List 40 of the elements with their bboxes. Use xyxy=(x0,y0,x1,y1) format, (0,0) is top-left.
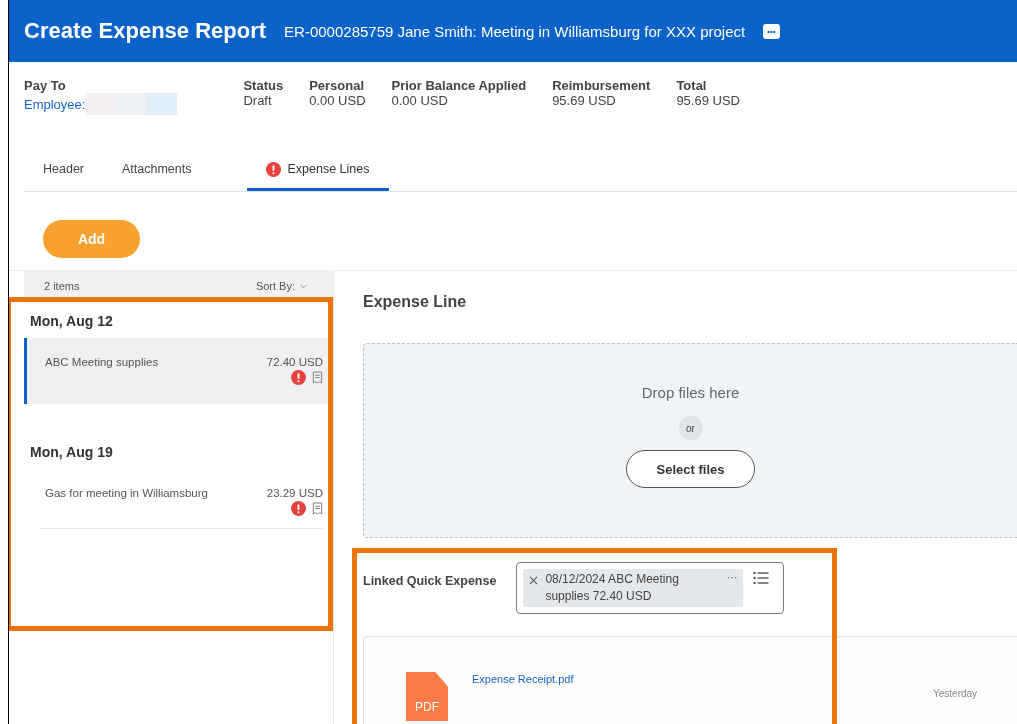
receipt-icon xyxy=(312,502,323,515)
expense-item[interactable]: Gas for meeting in Williamsburg 23.29 USD xyxy=(39,469,323,529)
field-value: 0.00 USD xyxy=(309,93,366,108)
item-count: 2 items xyxy=(44,280,80,292)
field-label: Status xyxy=(243,78,284,93)
drop-hint: Drop files here xyxy=(641,384,740,401)
employee-link[interactable]: Employee: xyxy=(24,96,86,112)
remove-icon[interactable] xyxy=(529,576,539,585)
more-button[interactable]: ··· xyxy=(726,571,738,583)
pdf-file-icon: PDF xyxy=(406,672,448,721)
or-badge: or xyxy=(678,416,703,440)
field-label: Linked Quick Expense xyxy=(363,574,497,588)
tab[interactable]: Header xyxy=(24,150,103,191)
field-label: Pay To xyxy=(24,78,67,93)
receipt-icon xyxy=(312,371,323,384)
sort-dropdown[interactable]: Sort By: xyxy=(249,279,313,293)
report-title: ER-0000285759 Jane Smith: Meeting in Williamsburg for XXX project xyxy=(284,22,746,40)
field-label: Prior Balance Applied xyxy=(391,78,527,93)
list-icon[interactable] xyxy=(753,571,770,585)
date-heading: Mon, Aug 12 xyxy=(29,312,114,331)
drop-zone[interactable]: Drop files here or Select files xyxy=(363,343,1017,538)
select-files-button[interactable]: Select files xyxy=(626,450,755,488)
field-label: Reimbursement xyxy=(552,78,651,93)
field-value: 95.69 USD xyxy=(552,93,617,108)
upload-time: Yesterday xyxy=(933,688,978,699)
tab[interactable]: Attachments xyxy=(103,150,211,191)
linked-expense-field[interactable]: 08/12/2024 ABC Meeting supplies 72.40 USD ··· xyxy=(516,562,785,614)
chevron-down-icon xyxy=(300,283,307,289)
page-title: Create Expense Report xyxy=(24,18,267,44)
field-value: 0.00 USD xyxy=(391,93,449,108)
pill-text: 08/12/2024 ABC Meeting supplies 72.40 USD xyxy=(545,571,680,605)
tab[interactable]: Expense Lines xyxy=(247,150,389,191)
field-value: 95.69 USD xyxy=(676,93,740,108)
field-label: Personal xyxy=(309,78,366,93)
file-link[interactable]: Expense Receipt.pdf xyxy=(472,673,574,685)
field-value: Draft xyxy=(243,93,273,108)
more-button[interactable]: ••• xyxy=(763,23,780,39)
section-title: Expense Line xyxy=(363,292,468,311)
field-label: Total xyxy=(676,78,708,93)
date-heading: Mon, Aug 19 xyxy=(29,443,114,462)
